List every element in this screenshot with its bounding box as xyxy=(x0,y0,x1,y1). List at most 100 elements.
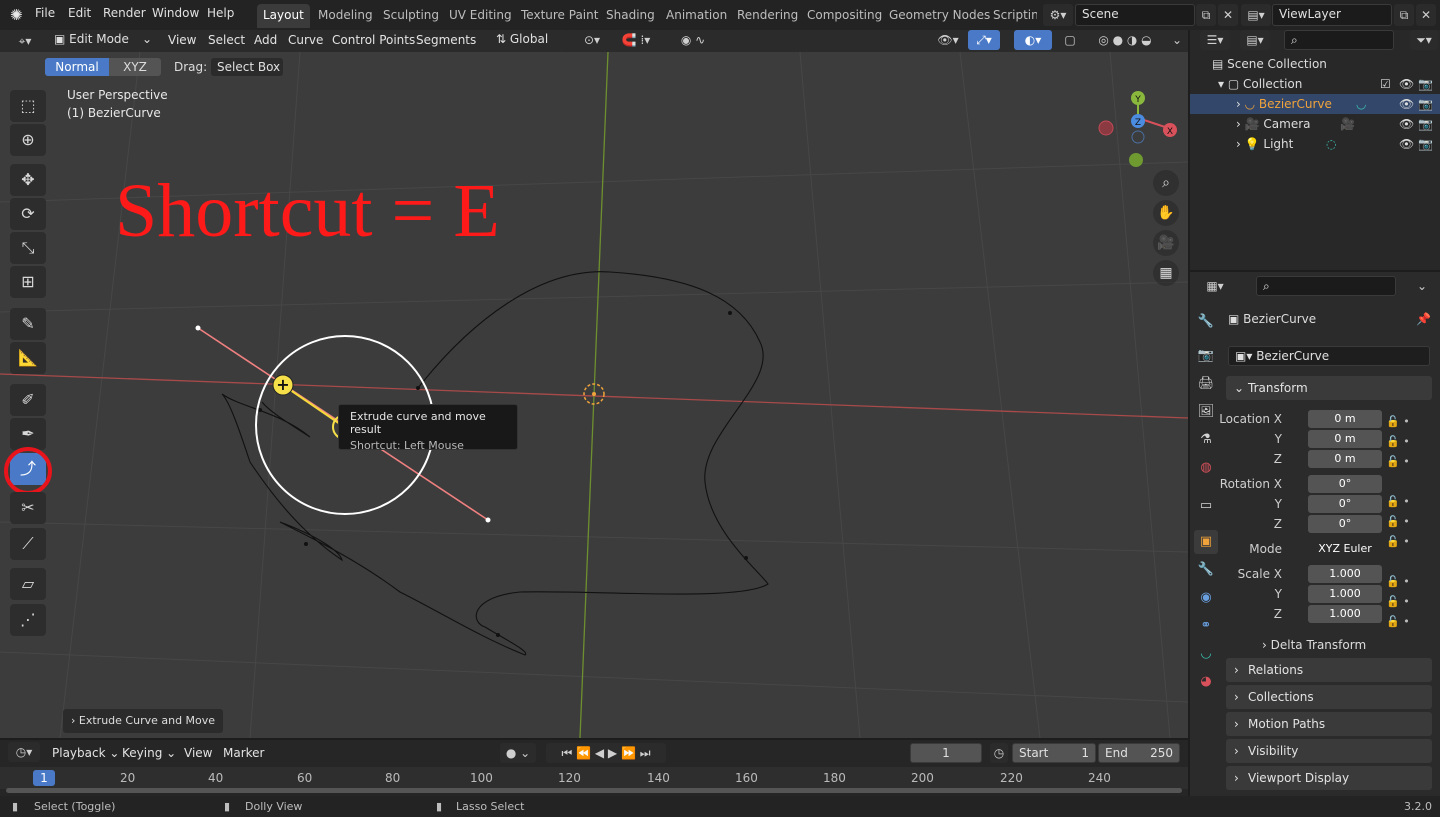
output-tab-icon[interactable]: 🖨 xyxy=(1194,372,1218,396)
scene-close-icon[interactable]: ✕ xyxy=(1218,4,1238,26)
transform-tool-icon[interactable]: ⊞ xyxy=(10,266,46,298)
object-name-field[interactable]: ▣▾ BezierCurve xyxy=(1228,346,1430,366)
eye-icon[interactable]: 👁 xyxy=(1399,114,1414,134)
mode-dropdown[interactable]: ▣ Edit Mode ⌄ xyxy=(48,30,156,50)
orientation-dropdown[interactable]: ⇅ Global xyxy=(490,30,568,50)
eye-icon[interactable]: 👁 xyxy=(1399,74,1414,94)
viewlayer-copy-icon[interactable]: ⧉ xyxy=(1394,4,1414,26)
xray-icon[interactable]: ▢ xyxy=(1060,30,1080,50)
properties-search-icon[interactable]: ⌕ xyxy=(1256,276,1396,296)
start-frame-field[interactable]: Start 1 xyxy=(1012,743,1096,763)
ortho-grid-icon[interactable]: ▦ xyxy=(1153,260,1179,286)
outliner-row-light[interactable]: › 💡 Light ◌ 👁 📷 xyxy=(1190,134,1440,154)
rotation-z-field[interactable]: 0° xyxy=(1308,515,1382,533)
viewlayer-selector-icon[interactable]: ▤▾ xyxy=(1241,4,1271,26)
menu-add[interactable]: Add xyxy=(254,33,277,47)
editor-type-icon[interactable]: ⌖▾ xyxy=(8,30,42,52)
record-icon[interactable]: ● ⌄ xyxy=(500,743,536,763)
eye-icon[interactable]: 👁 xyxy=(1399,94,1414,114)
gizmo-toggle-icon[interactable]: ⤢▾ xyxy=(968,30,1000,50)
curve-pen-tool-icon[interactable]: ✒ xyxy=(10,418,46,450)
outliner-search-icon[interactable]: ⌕ xyxy=(1284,30,1394,50)
outliner-editor-icon[interactable]: ☰▾ xyxy=(1200,30,1230,50)
outliner-row-camera[interactable]: › 🎥 Camera 🎥 👁 📷 xyxy=(1190,114,1440,134)
viewport-canvas[interactable]: + xyxy=(0,52,1188,738)
shading-modes-icon[interactable]: ◎ ● ◑ ◒ xyxy=(1084,30,1166,50)
last-operator-panel[interactable]: › Extrude Curve and Move xyxy=(63,709,223,733)
scene-selector-icon[interactable]: ⚙▾ xyxy=(1043,4,1073,26)
radius-tool-icon[interactable]: ✂ xyxy=(10,492,46,524)
rotation-x-field[interactable]: 0° xyxy=(1308,475,1382,493)
end-frame-field[interactable]: End 250 xyxy=(1098,743,1180,763)
tab-layout[interactable]: Layout xyxy=(257,4,310,28)
move-tool-icon[interactable]: ✥ xyxy=(10,164,46,196)
overlay-toggle-icon[interactable]: ◐▾ xyxy=(1014,30,1052,50)
viewport-display-panel-header[interactable]: › Viewport Display xyxy=(1226,766,1432,790)
menu-playback[interactable]: Playback ⌄ xyxy=(52,746,119,760)
scale-y-field[interactable]: 1.000 xyxy=(1308,585,1382,603)
tab-uv-editing[interactable]: UV Editing xyxy=(443,4,518,28)
checkbox-icon[interactable]: ☑ xyxy=(1380,74,1391,94)
tab-sculpting[interactable]: Sculpting xyxy=(377,4,445,28)
menu-segments[interactable]: Segments xyxy=(416,33,476,47)
normal-toggle[interactable]: Normal xyxy=(45,58,109,76)
visibility-icon[interactable]: 👁▾ xyxy=(932,30,964,50)
tab-texture-paint[interactable]: Texture Paint xyxy=(515,4,604,28)
menu-render[interactable]: Render xyxy=(103,6,146,20)
material-tab-icon[interactable]: ◕ xyxy=(1194,670,1218,694)
tab-animation[interactable]: Animation xyxy=(660,4,733,28)
menu-view[interactable]: View xyxy=(168,33,196,47)
render-camera-icon[interactable]: 📷 xyxy=(1418,74,1433,94)
menu-timeline-view[interactable]: View xyxy=(184,746,212,760)
draw-tool-icon[interactable]: ✐ xyxy=(10,384,46,416)
proportional-edit-icon[interactable]: ◉ ∿ xyxy=(668,30,718,50)
snap-icon[interactable]: 🧲 ⁞▾ xyxy=(610,30,662,50)
scene-field[interactable]: Scene xyxy=(1075,4,1195,26)
scale-tool-icon[interactable]: ⤡ xyxy=(10,232,46,264)
render-camera-icon[interactable]: 📷 xyxy=(1418,134,1433,154)
select-box-tool-icon[interactable]: ⬚ xyxy=(10,90,46,122)
menu-edit[interactable]: Edit xyxy=(68,6,91,20)
collection-row[interactable]: ▾ ▢ Collection ☑ 👁 📷 xyxy=(1190,74,1440,94)
scale-z-field[interactable]: 1.000 xyxy=(1308,605,1382,623)
menu-window[interactable]: Window xyxy=(152,6,199,20)
tab-geometry-nodes[interactable]: Geometry Nodes xyxy=(883,4,996,28)
pivot-icon[interactable]: ⊙▾ xyxy=(578,30,606,50)
render-camera-icon[interactable]: 📷 xyxy=(1418,94,1433,114)
current-frame-field[interactable]: 1 xyxy=(910,743,982,763)
randomize-tool-icon[interactable]: ▱ xyxy=(10,568,46,600)
clock-icon[interactable]: ◷ xyxy=(990,743,1008,763)
menu-control-points[interactable]: Control Points xyxy=(332,33,415,47)
pan-hand-icon[interactable]: ✋ xyxy=(1153,200,1179,226)
tab-scripting[interactable]: Scripting xyxy=(987,4,1037,28)
tab-modeling[interactable]: Modeling xyxy=(312,4,379,28)
lock-icon-column[interactable]: 🔓 • 🔓 • 🔓 • 🔓 • 🔓 • 🔓 • 🔓 • 🔓 • 🔓 • xyxy=(1386,412,1436,628)
render-tab-icon[interactable]: 📷 xyxy=(1194,344,1218,368)
location-y-field[interactable]: 0 m xyxy=(1308,430,1382,448)
menu-help[interactable]: Help xyxy=(207,6,234,20)
location-z-field[interactable]: 0 m xyxy=(1308,450,1382,468)
camera-view-icon[interactable]: 🎥 xyxy=(1153,230,1179,256)
blender-logo-icon[interactable]: ✺ xyxy=(10,6,28,24)
collections-panel-header[interactable]: › Collections xyxy=(1226,685,1432,709)
menu-select[interactable]: Select xyxy=(208,33,245,47)
rotate-tool-icon[interactable]: ⟳ xyxy=(10,198,46,230)
relations-panel-header[interactable]: › Relations xyxy=(1226,658,1432,682)
scale-x-field[interactable]: 1.000 xyxy=(1308,565,1382,583)
menu-file[interactable]: File xyxy=(35,6,55,20)
scene-copy-icon[interactable]: ⧉ xyxy=(1196,4,1216,26)
menu-curve[interactable]: Curve xyxy=(288,33,323,47)
menu-marker[interactable]: Marker xyxy=(223,746,264,760)
viewlayer-close-icon[interactable]: ✕ xyxy=(1416,4,1436,26)
annotate-tool-icon[interactable]: ✎ xyxy=(10,308,46,340)
viewlayer-field[interactable]: ViewLayer xyxy=(1272,4,1392,26)
frame-ruler[interactable]: 1 20 40 60 80 100 120 140 160 180 200 22… xyxy=(0,767,1188,789)
motion-paths-panel-header[interactable]: › Motion Paths xyxy=(1226,712,1432,736)
rotation-mode-dropdown[interactable]: XYZ Euler xyxy=(1308,540,1382,558)
scene-collection-row[interactable]: ▤ Scene Collection xyxy=(1190,54,1440,74)
drag-dropdown[interactable]: Select Box xyxy=(211,58,283,76)
shear-tool-icon[interactable]: ⋰ xyxy=(10,604,46,636)
tab-compositing[interactable]: Compositing xyxy=(801,4,888,28)
filter-icon[interactable]: ⏷▾ xyxy=(1410,30,1438,50)
menu-keying[interactable]: Keying ⌄ xyxy=(122,746,176,760)
